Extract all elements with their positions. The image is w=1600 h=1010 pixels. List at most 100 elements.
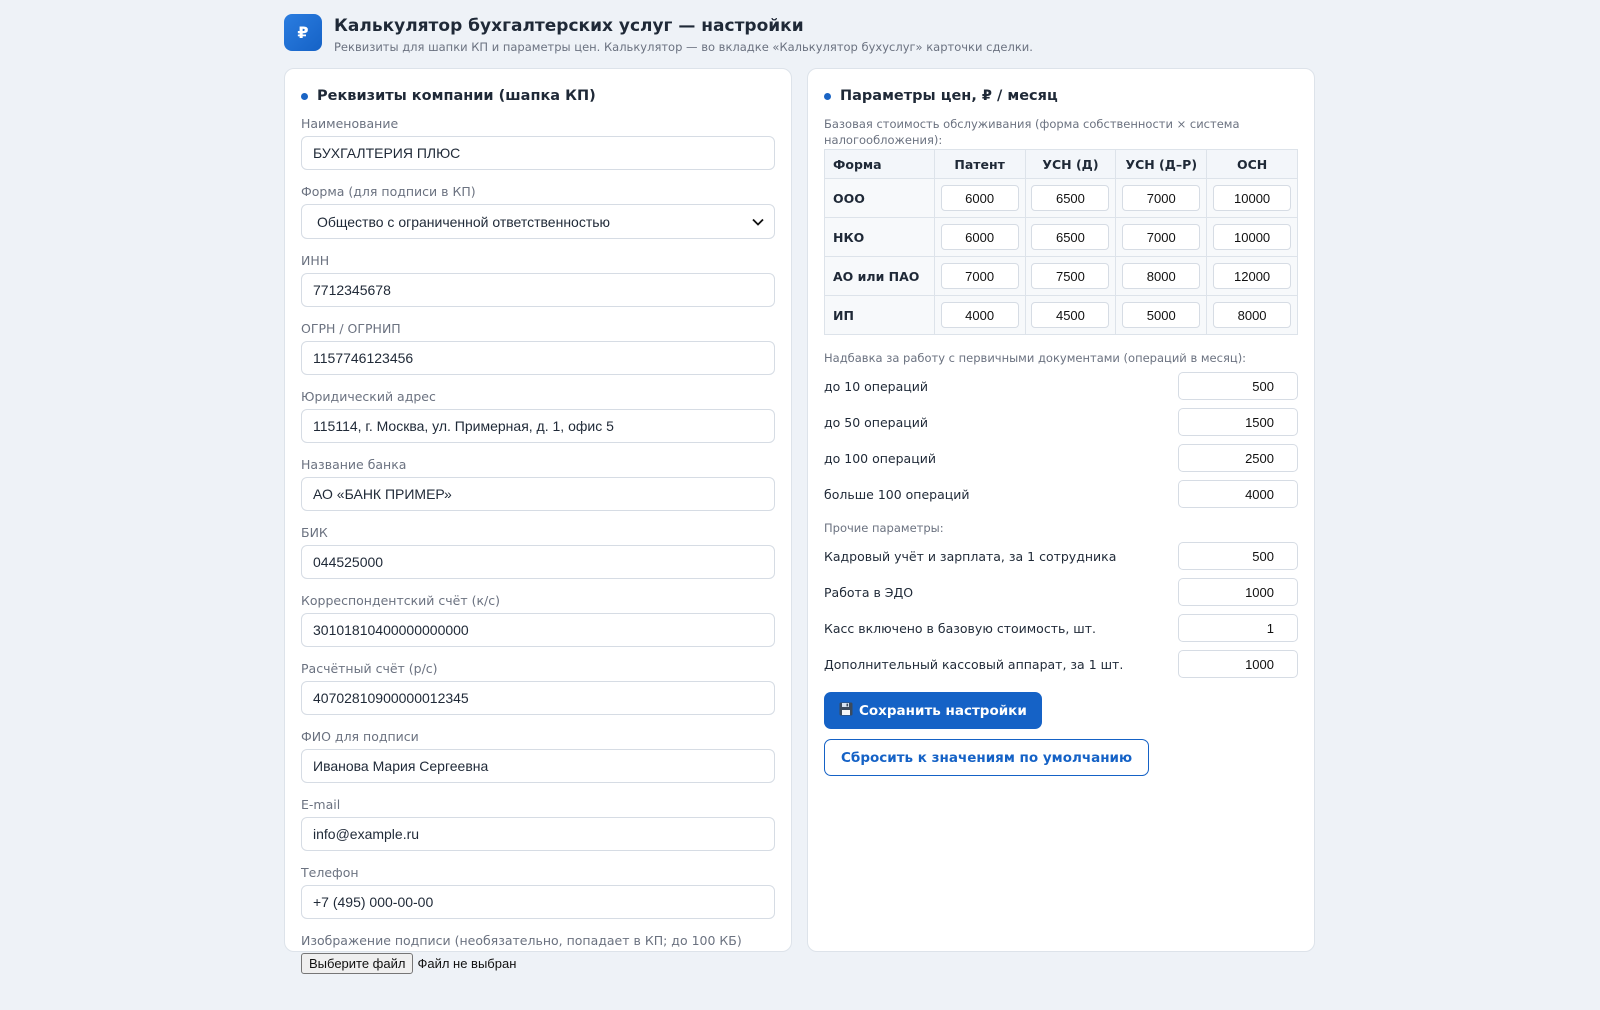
ops-10-input[interactable]	[1178, 372, 1298, 400]
other-row-kass-extra: Дополнительный кассовый аппарат, за 1 шт…	[824, 646, 1298, 682]
table-cell	[1024, 217, 1117, 257]
table-cell	[1024, 295, 1117, 335]
edo-input[interactable]	[1178, 578, 1298, 606]
address-label: Юридический адрес	[301, 389, 436, 404]
base-price-note: Базовая стоимость обслуживания (форма со…	[824, 117, 1240, 147]
ops-note: Надбавка за работу с первичными документ…	[824, 350, 1247, 365]
table-cell	[1115, 217, 1208, 257]
base-price-table: Форма Патент УСН (Д) УСН (Д–Р) ОСН ООО 6…	[824, 149, 1298, 335]
bik-label: БИК	[301, 525, 328, 540]
fio-input[interactable]	[301, 749, 775, 783]
chevron-down-icon	[752, 215, 764, 229]
price-cell-input[interactable]	[1031, 224, 1110, 250]
price-cell-input[interactable]	[1122, 224, 1201, 250]
price-cell-input[interactable]	[1031, 185, 1110, 211]
table-row: НКО	[824, 217, 1298, 257]
other-label: Кадровый учёт и зарплата, за 1 сотрудник…	[824, 548, 1117, 564]
other-label: Дополнительный кассовый аппарат, за 1 шт…	[824, 656, 1124, 672]
name-input[interactable]	[301, 136, 775, 170]
price-cell-input[interactable]	[1031, 302, 1110, 328]
bullet-dot-icon	[824, 92, 831, 100]
ops-label: больше 100 операций	[824, 486, 970, 502]
table-cell	[1206, 217, 1298, 257]
header-text: Калькулятор бухгалтерских услуг — настро…	[334, 14, 1033, 55]
pricing-card-title-text: Параметры цен, ₽ / месяц	[840, 88, 1058, 104]
address-input[interactable]	[301, 409, 775, 443]
other-row-edo: Работа в ЭДО	[824, 574, 1298, 610]
price-cell-input[interactable]	[1213, 263, 1292, 289]
price-cell-input[interactable]	[940, 302, 1019, 328]
table-row: АО или ПАО	[824, 256, 1298, 296]
table-cell	[933, 295, 1026, 335]
choose-file-button[interactable]: Выберите файл	[301, 953, 414, 974]
price-cell-input[interactable]	[1213, 224, 1292, 250]
bik-input[interactable]	[301, 545, 775, 579]
col-header-patent: Патент	[933, 149, 1026, 179]
form-label: Форма (для подписи в КП)	[301, 184, 476, 199]
email-input[interactable]	[301, 817, 775, 851]
actions: Сохранить настройки Сбросить к значениям…	[824, 692, 1298, 776]
hr-payroll-input[interactable]	[1178, 542, 1298, 570]
price-cell-input[interactable]	[1213, 302, 1292, 328]
price-cell-input[interactable]	[1213, 185, 1292, 211]
floppy-disk-icon	[839, 702, 853, 720]
ops-50-input[interactable]	[1178, 408, 1298, 436]
price-cell-input[interactable]	[1031, 263, 1110, 289]
file-status: Файл не выбран	[417, 956, 517, 971]
table-cell	[1206, 295, 1298, 335]
phone-label: Телефон	[301, 865, 359, 880]
company-card-title-text: Реквизиты компании (шапка КП)	[317, 88, 596, 104]
ops-more-100-input[interactable]	[1178, 480, 1298, 508]
page-header: ₽ Калькулятор бухгалтерских услуг — наст…	[284, 14, 1316, 54]
other-label: Работа в ЭДО	[824, 584, 914, 600]
form-select[interactable]: Общество с ограниченной ответственностью	[301, 204, 775, 239]
ops-100-input[interactable]	[1178, 444, 1298, 472]
ogrn-input[interactable]	[301, 341, 775, 375]
ks-input[interactable]	[301, 613, 775, 647]
other-row-kass-included: Касс включено в базовую стоимость, шт.	[824, 610, 1298, 646]
ops-row-50: до 50 операций	[824, 404, 1298, 440]
rs-label: Расчётный счёт (р/с)	[301, 661, 438, 676]
price-cell-input[interactable]	[1122, 185, 1201, 211]
save-settings-button[interactable]: Сохранить настройки	[824, 692, 1042, 729]
bank-input[interactable]	[301, 477, 775, 511]
price-cell-input[interactable]	[1122, 263, 1201, 289]
kass-included-input[interactable]	[1178, 614, 1298, 642]
save-settings-label: Сохранить настройки	[859, 702, 1027, 719]
table-cell	[933, 178, 1026, 218]
table-cell	[1115, 256, 1208, 296]
col-header-osn: ОСН	[1206, 149, 1298, 179]
price-cell-input[interactable]	[940, 263, 1019, 289]
table-header-row: Форма Патент УСН (Д) УСН (Д–Р) ОСН	[824, 149, 1298, 179]
phone-input[interactable]	[301, 885, 775, 919]
form-select-value: Общество с ограниченной ответственностью	[317, 213, 611, 230]
ogrn-label: ОГРН / ОГРНИП	[301, 321, 401, 336]
inn-input[interactable]	[301, 273, 775, 307]
ops-label: до 100 операций	[824, 450, 936, 466]
kass-extra-input[interactable]	[1178, 650, 1298, 678]
pricing-card-title: Параметры цен, ₽ / месяц	[824, 85, 1298, 107]
row-label: ООО	[824, 178, 935, 218]
row-label: ИП	[824, 295, 935, 335]
price-cell-input[interactable]	[940, 224, 1019, 250]
table-cell	[1024, 256, 1117, 296]
col-header-usn-dr: УСН (Д–Р)	[1115, 149, 1208, 179]
ks-label: Корреспондентский счёт (к/с)	[301, 593, 500, 608]
reset-defaults-button[interactable]: Сбросить к значениям по умолчанию	[824, 739, 1150, 776]
table-cell	[1206, 256, 1298, 296]
price-cell-input[interactable]	[1122, 302, 1201, 328]
rs-input[interactable]	[301, 681, 775, 715]
other-label: Касс включено в базовую стоимость, шт.	[824, 620, 1096, 636]
ops-label: до 10 операций	[824, 378, 929, 394]
page-title: Калькулятор бухгалтерских услуг — настро…	[334, 16, 804, 36]
page-subtitle: Реквизиты для шапки КП и параметры цен. …	[334, 40, 1033, 54]
table-cell	[1024, 178, 1117, 218]
price-cell-input[interactable]	[940, 185, 1019, 211]
fio-label: ФИО для подписи	[301, 729, 419, 744]
other-row-hr: Кадровый учёт и зарплата, за 1 сотрудник…	[824, 538, 1298, 574]
email-label: E-mail	[301, 797, 341, 812]
table-cell	[1206, 178, 1298, 218]
bullet-dot-icon	[301, 92, 308, 100]
col-header-form: Форма	[824, 149, 935, 179]
name-label: Наименование	[301, 116, 399, 131]
